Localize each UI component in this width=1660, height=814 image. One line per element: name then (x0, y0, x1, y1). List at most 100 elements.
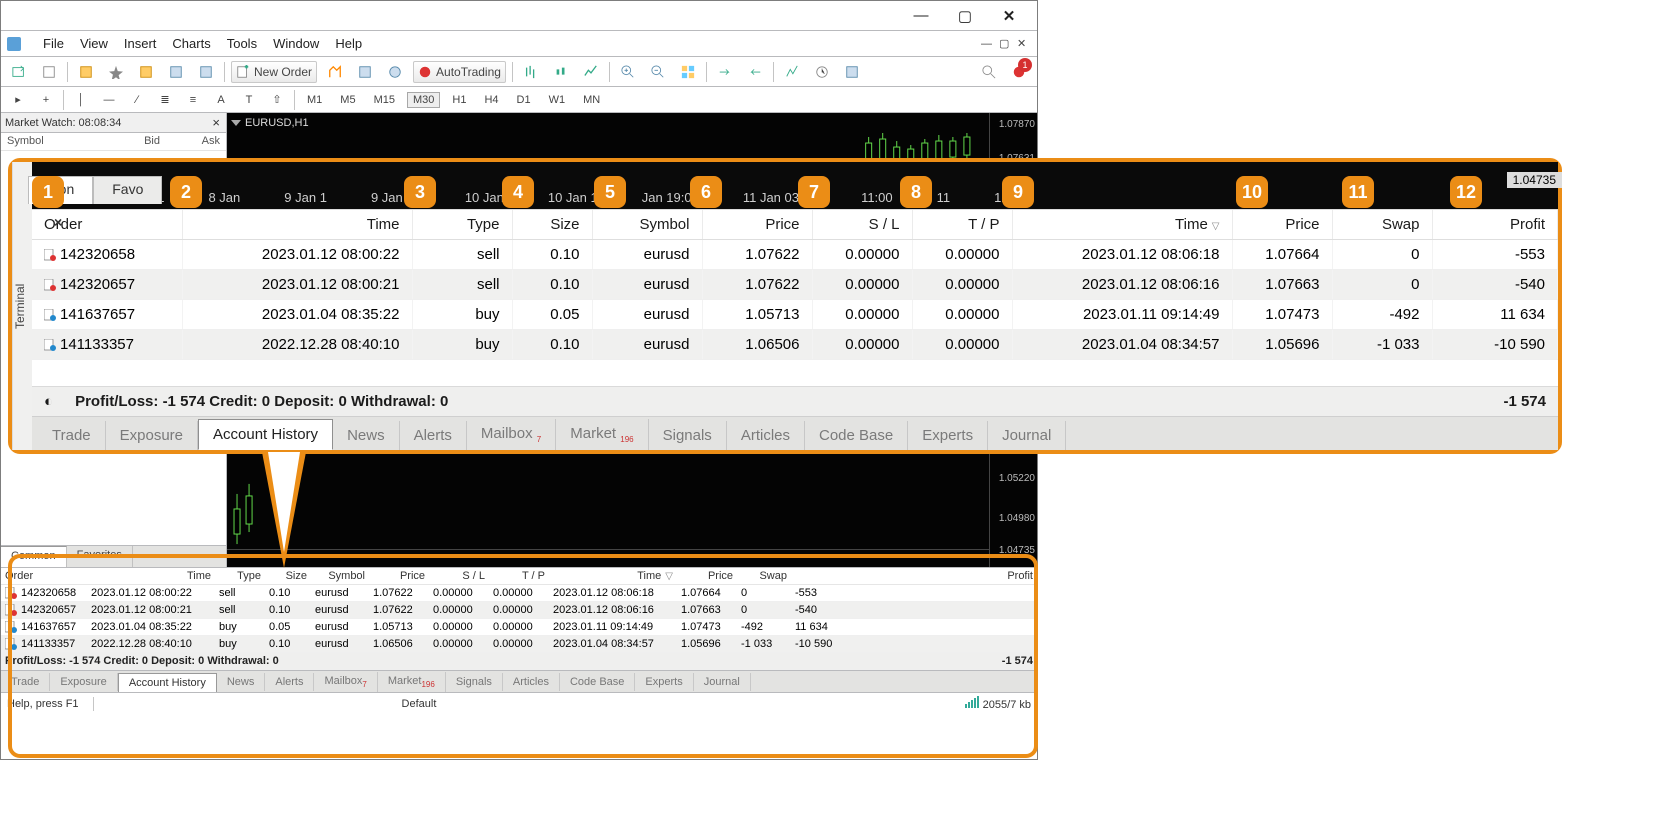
col-price2[interactable]: Price (1232, 210, 1332, 240)
market-watch-icon[interactable] (74, 61, 98, 83)
tab-signals[interactable]: Signals (446, 673, 503, 691)
tf-h1[interactable]: H1 (446, 92, 472, 108)
col-size[interactable]: Size (512, 210, 592, 240)
tab-mailbox[interactable]: Mailbox 7 (467, 419, 556, 450)
col-profit[interactable]: Profit (791, 568, 1037, 585)
channel-icon[interactable]: ≣ (154, 89, 176, 111)
tab-journal[interactable]: Journal (694, 673, 751, 691)
tab-account-history[interactable]: Account History (198, 419, 333, 450)
tf-h4[interactable]: H4 (478, 92, 504, 108)
indicators-icon[interactable] (780, 61, 804, 83)
table-row[interactable]: 142320658 2023.01.12 08:00:22sell0.10eur… (32, 240, 1558, 270)
panel-close-icon[interactable]: × (54, 214, 62, 230)
line-chart-icon[interactable] (579, 61, 603, 83)
crosshair-icon[interactable]: + (35, 89, 57, 111)
tab-news[interactable]: News (333, 421, 400, 450)
tab-alerts[interactable]: Alerts (265, 673, 314, 691)
chart-menu-icon[interactable] (231, 120, 241, 126)
terminal-icon[interactable] (164, 61, 188, 83)
scroll-icon[interactable] (713, 61, 737, 83)
col-time[interactable]: Time (87, 568, 215, 585)
col-price[interactable]: Price (702, 210, 812, 240)
maximize-button[interactable]: ▢ (947, 5, 983, 27)
col-order[interactable]: Order (1, 568, 87, 585)
navigator-icon[interactable] (104, 61, 128, 83)
col-swap[interactable]: Swap (1332, 210, 1432, 240)
table-row[interactable]: 142320657 2023.01.12 08:00:21sell0.10eur… (32, 270, 1558, 300)
col-price2[interactable]: Price (677, 568, 737, 585)
tile-icon[interactable] (676, 61, 700, 83)
mdi-controls[interactable]: —▢✕ (977, 35, 1031, 52)
col-sl[interactable]: S / L (429, 568, 489, 585)
tab-articles[interactable]: Articles (503, 673, 560, 691)
new-order-button[interactable]: New Order (231, 61, 317, 83)
table-row[interactable]: 142320658 2023.01.12 08:00:22sell0.10eur… (1, 585, 1037, 602)
arrows-icon[interactable]: ⇧ (266, 89, 288, 111)
periods-icon[interactable] (810, 61, 834, 83)
mw-tab-common[interactable]: Common (1, 546, 67, 567)
bar-chart-icon[interactable] (519, 61, 543, 83)
tab-market[interactable]: Market196 (378, 672, 446, 692)
col-symbol[interactable]: Symbol (592, 210, 702, 240)
tab-market[interactable]: Market 196 (556, 419, 648, 450)
tf-m15[interactable]: M15 (368, 92, 401, 108)
col-sl[interactable]: S / L (812, 210, 912, 240)
col-tp[interactable]: T / P (912, 210, 1012, 240)
hline-icon[interactable]: — (98, 89, 120, 111)
table-row[interactable]: 141637657 2023.01.04 08:35:22buy0.05euru… (32, 300, 1558, 330)
menu-insert[interactable]: Insert (124, 36, 157, 51)
vline-icon[interactable]: │ (70, 89, 92, 111)
data-window-icon[interactable] (134, 61, 158, 83)
menu-help[interactable]: Help (335, 36, 362, 51)
tab-alerts[interactable]: Alerts (400, 421, 467, 450)
cursor-icon[interactable]: ▸ (7, 89, 29, 111)
col-time[interactable]: Time (182, 210, 412, 240)
label-icon[interactable]: T (238, 89, 260, 111)
expert-icon[interactable] (353, 61, 377, 83)
col-size[interactable]: Size (265, 568, 311, 585)
metaquotes-icon[interactable] (323, 61, 347, 83)
autotrading-button[interactable]: AutoTrading (413, 61, 506, 83)
options-icon[interactable] (383, 61, 407, 83)
mw-tab-favorites[interactable]: Favorites (67, 546, 133, 567)
zoom-out-icon[interactable] (646, 61, 670, 83)
menu-tools[interactable]: Tools (227, 36, 257, 51)
tab-news[interactable]: News (217, 673, 266, 691)
minimize-button[interactable]: — (903, 5, 939, 27)
table-row[interactable]: 141133357 2022.12.28 08:40:10buy0.10euru… (1, 636, 1037, 653)
col-time2[interactable]: Time▽ (1012, 210, 1232, 240)
menu-window[interactable]: Window (273, 36, 319, 51)
tab-journal[interactable]: Journal (988, 421, 1066, 450)
tf-m1[interactable]: M1 (301, 92, 328, 108)
mw-tab-fav-zoom[interactable]: Favo (93, 176, 162, 204)
col-symbol[interactable]: Symbol (311, 568, 369, 585)
menu-view[interactable]: View (80, 36, 108, 51)
tab-account-history[interactable]: Account History (118, 673, 217, 693)
text-icon[interactable]: A (210, 89, 232, 111)
candle-chart-icon[interactable] (549, 61, 573, 83)
tab-experts[interactable]: Experts (908, 421, 988, 450)
mw-col-ask[interactable]: Ask (166, 133, 226, 150)
tab-signals[interactable]: Signals (649, 421, 727, 450)
mw-col-symbol[interactable]: Symbol (1, 133, 106, 150)
search-icon[interactable] (977, 61, 1001, 83)
tab-exposure[interactable]: Exposure (50, 673, 117, 691)
new-chart-icon[interactable] (7, 61, 31, 83)
tab-trade[interactable]: Trade (38, 421, 106, 450)
zoom-in-icon[interactable] (616, 61, 640, 83)
menu-file[interactable]: File (43, 36, 64, 51)
tab-exposure[interactable]: Exposure (106, 421, 198, 450)
close-button[interactable]: ✕ (991, 5, 1027, 27)
tf-m30[interactable]: M30 (407, 92, 440, 108)
notifications-icon[interactable]: 1 (1007, 61, 1031, 83)
templates-icon[interactable] (840, 61, 864, 83)
tf-mn[interactable]: MN (577, 92, 606, 108)
tf-m5[interactable]: M5 (334, 92, 361, 108)
tab-codebase[interactable]: Code Base (805, 421, 908, 450)
table-row[interactable]: 141133357 2022.12.28 08:40:10buy0.10euru… (32, 330, 1558, 360)
tab-experts[interactable]: Experts (635, 673, 693, 691)
col-price[interactable]: Price (369, 568, 429, 585)
col-swap[interactable]: Swap (737, 568, 791, 585)
col-type[interactable]: Type (412, 210, 512, 240)
col-tp[interactable]: T / P (489, 568, 549, 585)
